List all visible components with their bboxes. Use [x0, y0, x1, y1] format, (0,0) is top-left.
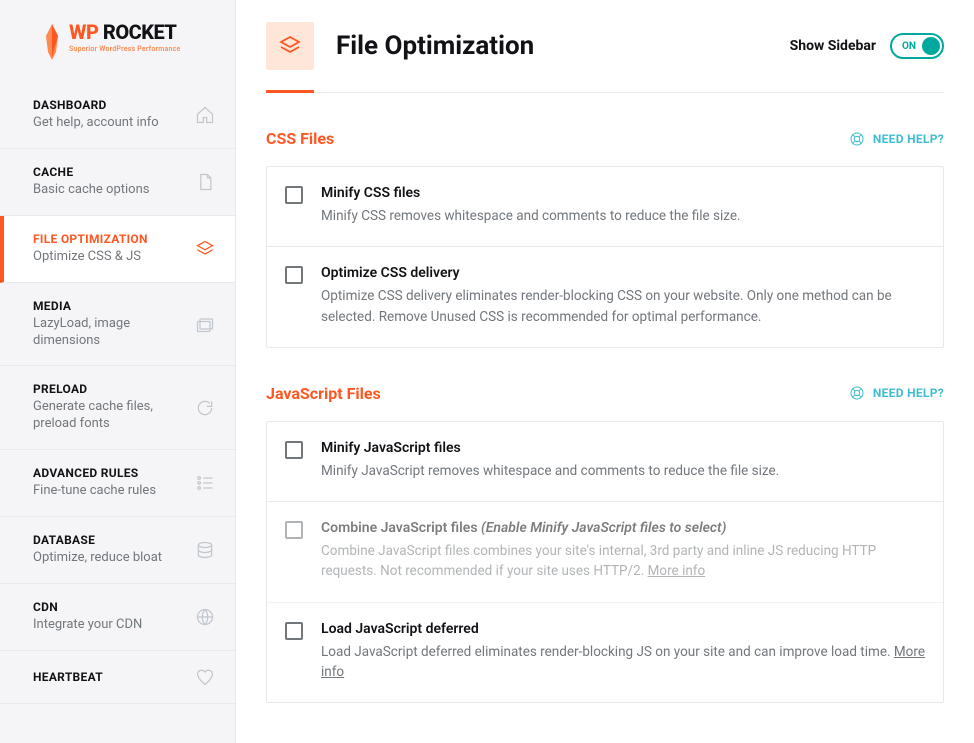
- logo: WP ROCKET Superior WordPress Performance: [0, 0, 235, 82]
- checkbox-combine-js: [285, 521, 303, 539]
- sidebar-item-heartbeat[interactable]: HEARTBEAT: [0, 651, 235, 704]
- section-title-css: CSS Files: [266, 129, 334, 148]
- option-desc: Minify JavaScript removes whitespace and…: [321, 461, 925, 481]
- sidebar-item-preload[interactable]: PRELOADGenerate cache files, preload fon…: [0, 366, 235, 450]
- database-icon: [195, 540, 215, 560]
- show-sidebar-toggle[interactable]: ON: [890, 33, 944, 59]
- sidebar-item-file-optimization[interactable]: FILE OPTIMIZATIONOptimize CSS & JS: [0, 216, 235, 283]
- page-icon: [266, 22, 314, 70]
- option-desc: Load JavaScript deferred eliminates rend…: [321, 642, 925, 683]
- globe-icon: [195, 607, 215, 627]
- toggle-knob: [922, 37, 940, 55]
- main: File Optimization Show Sidebar ON CSS Fi…: [236, 0, 974, 743]
- sidebar-item-database[interactable]: DATABASEOptimize, reduce bloat: [0, 517, 235, 584]
- home-icon: [195, 105, 215, 125]
- section-css: CSS Files NEED HELP? Minify CSS files Mi…: [266, 129, 944, 348]
- panel-js: Minify JavaScript files Minify JavaScrip…: [266, 421, 944, 703]
- sidebar-item-media[interactable]: MEDIALazyLoad, image dimensions: [0, 283, 235, 367]
- option-desc: Optimize CSS delivery eliminates render-…: [321, 286, 925, 327]
- life-ring-icon: [849, 131, 865, 147]
- option-defer-js: Load JavaScript deferred Load JavaScript…: [267, 603, 943, 703]
- option-title: Minify JavaScript files: [321, 440, 925, 456]
- list-icon: [195, 473, 215, 493]
- section-js: JavaScript Files NEED HELP? Minify JavaS…: [266, 384, 944, 703]
- option-title: Optimize CSS delivery: [321, 265, 925, 281]
- sidebar-item-advanced-rules[interactable]: ADVANCED RULESFine-tune cache rules: [0, 450, 235, 517]
- refresh-icon: [195, 398, 215, 418]
- rocket-icon: [40, 22, 64, 62]
- option-minify-js: Minify JavaScript files Minify JavaScrip…: [267, 422, 943, 502]
- file-icon: [195, 172, 215, 192]
- option-desc: Combine JavaScript files combines your s…: [321, 541, 925, 582]
- heart-icon: [195, 667, 215, 687]
- more-info-link[interactable]: More info: [648, 563, 706, 579]
- checkbox-defer-js[interactable]: [285, 622, 303, 640]
- option-title: Load JavaScript deferred: [321, 621, 925, 637]
- option-title: Minify CSS files: [321, 185, 925, 201]
- show-sidebar-label: Show Sidebar: [790, 38, 876, 54]
- option-combine-js: Combine JavaScript files (Enable Minify …: [267, 502, 943, 603]
- layers-icon: [195, 239, 215, 259]
- checkbox-optimize-css-delivery[interactable]: [285, 266, 303, 284]
- option-minify-css: Minify CSS files Minify CSS removes whit…: [267, 167, 943, 247]
- sidebar-item-cdn[interactable]: CDNIntegrate your CDN: [0, 584, 235, 651]
- page-title: File Optimization: [336, 31, 534, 61]
- checkbox-minify-css[interactable]: [285, 186, 303, 204]
- option-desc: Minify CSS removes whitespace and commen…: [321, 206, 925, 226]
- section-title-js: JavaScript Files: [266, 384, 381, 403]
- sidebar-item-cache[interactable]: CACHEBasic cache options: [0, 149, 235, 216]
- panel-css: Minify CSS files Minify CSS removes whit…: [266, 166, 944, 348]
- help-link-css[interactable]: NEED HELP?: [849, 131, 944, 147]
- sidebar: WP ROCKET Superior WordPress Performance…: [0, 0, 236, 743]
- header: File Optimization Show Sidebar ON: [266, 22, 944, 93]
- checkbox-minify-js[interactable]: [285, 441, 303, 459]
- nav: DASHBOARDGet help, account info CACHEBas…: [0, 82, 235, 704]
- sidebar-item-dashboard[interactable]: DASHBOARDGet help, account info: [0, 82, 235, 149]
- life-ring-icon: [849, 385, 865, 401]
- layers-icon: [278, 34, 302, 58]
- option-title: Combine JavaScript files (Enable Minify …: [321, 520, 925, 536]
- option-optimize-css-delivery: Optimize CSS delivery Optimize CSS deliv…: [267, 247, 943, 347]
- images-icon: [195, 314, 215, 334]
- help-link-js[interactable]: NEED HELP?: [849, 385, 944, 401]
